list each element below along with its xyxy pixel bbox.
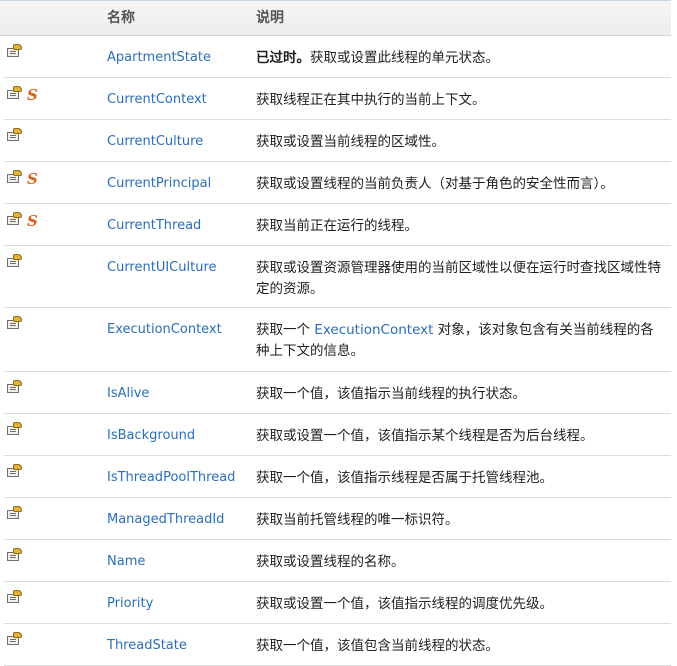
property-icon: [6, 632, 23, 646]
property-name-link[interactable]: CurrentUICulture: [107, 260, 217, 275]
property-description: 获取一个值，该值包含当前线程的状态。: [256, 636, 661, 657]
property-description: 获取一个值，该值指示线程是否属于托管线程池。: [256, 468, 661, 489]
member-icons: [6, 422, 23, 442]
member-icons: [6, 464, 23, 484]
member-icons: [6, 506, 23, 526]
description-text-before: 获取一个: [256, 322, 315, 338]
property-description: 获取线程正在其中执行的当前上下文。: [256, 90, 661, 111]
description-text: 获取或设置线程的当前负责人（对基于角色的安全性而言）。: [256, 176, 614, 192]
table-row: CurrentCulture 获取或设置当前线程的区域性。: [4, 120, 671, 162]
member-icons: [6, 380, 23, 400]
member-icons: S: [6, 212, 38, 232]
table-row: CurrentUICulture 获取或设置资源管理器使用的当前区域性以便在运行时…: [4, 246, 671, 308]
member-icons: [6, 44, 23, 64]
property-name-link[interactable]: ExecutionContext: [107, 322, 222, 337]
member-icons: S: [6, 86, 38, 106]
property-icon: [6, 422, 23, 436]
table-row: ThreadState 获取一个值，该值包含当前线程的状态。: [4, 624, 671, 666]
description-text: 获取或设置一个值，该值指示线程的调度优先级。: [256, 596, 553, 612]
table-row: S CurrentPrincipal 获取或设置线程的当前负责人（对基于角色的安全性…: [4, 162, 671, 204]
table-row: ExecutionContext 获取一个 ExecutionContext 对象…: [4, 308, 671, 372]
property-icon: [6, 464, 23, 478]
description-text: 获取线程正在其中执行的当前上下文。: [256, 92, 486, 108]
table-row: IsBackground 获取或设置一个值，该值指示某个线程是否为后台线程。: [4, 414, 671, 456]
column-header-name: 名称: [107, 10, 135, 26]
property-icon: [6, 380, 23, 394]
member-icons: [6, 316, 23, 336]
property-name-link[interactable]: ApartmentState: [107, 50, 211, 65]
property-name-link[interactable]: CurrentThread: [107, 218, 201, 233]
description-text: 获取当前托管线程的唯一标识符。: [256, 512, 459, 528]
property-name-link[interactable]: Name: [107, 554, 145, 569]
property-icon: [6, 548, 23, 562]
member-icons: [6, 548, 23, 568]
property-name-link[interactable]: CurrentContext: [107, 92, 207, 107]
property-description: 获取或设置资源管理器使用的当前区域性以便在运行时查找区域性特定的资源。: [256, 258, 661, 300]
table-body: ApartmentState 已过时。获取或设置此线程的单元状态。 S Current…: [0, 36, 677, 666]
property-description: 获取当前托管线程的唯一标识符。: [256, 510, 661, 531]
description-text: 获取或设置线程的名称。: [256, 554, 405, 570]
description-text: 获取或设置资源管理器使用的当前区域性以便在运行时查找区域性特定的资源。: [256, 260, 661, 297]
property-icon: [6, 212, 23, 226]
table-row: IsThreadPoolThread 获取一个值，该值指示线程是否属于托管线程池。: [4, 456, 671, 498]
property-description: 获取当前正在运行的线程。: [256, 216, 661, 237]
property-description: 获取或设置线程的当前负责人（对基于角色的安全性而言）。: [256, 174, 661, 195]
static-member-icon: S: [27, 170, 38, 188]
property-description: 获取或设置一个值，该值指示某个线程是否为后台线程。: [256, 426, 661, 447]
member-icons: S: [6, 170, 38, 190]
property-description: 获取一个 ExecutionContext 对象，该对象包含有关当前线程的各种上…: [256, 320, 661, 362]
property-icon: [6, 86, 23, 100]
table-row: S CurrentThread 获取当前正在运行的线程。: [4, 204, 671, 246]
column-header-description: 说明: [256, 10, 284, 26]
property-description: 已过时。获取或设置此线程的单元状态。: [256, 48, 661, 69]
table-row: ApartmentState 已过时。获取或设置此线程的单元状态。: [4, 36, 671, 78]
description-text: 获取或设置此线程的单元状态。: [310, 50, 499, 66]
obsolete-label: 已过时。: [256, 50, 310, 66]
static-member-icon: S: [27, 212, 38, 230]
member-icons: [6, 590, 23, 610]
property-name-link[interactable]: ManagedThreadId: [107, 512, 224, 527]
member-icons: [6, 254, 23, 274]
property-icon: [6, 128, 23, 142]
table-header: 名称 说明: [0, 0, 671, 36]
description-text: 获取一个值，该值指示当前线程的执行状态。: [256, 386, 526, 402]
property-icon: [6, 316, 23, 330]
property-name-link[interactable]: Priority: [107, 596, 153, 611]
property-icon: [6, 590, 23, 604]
property-description: 获取一个值，该值指示当前线程的执行状态。: [256, 384, 661, 405]
property-name-link[interactable]: ThreadState: [107, 638, 187, 653]
member-icons: [6, 128, 23, 148]
property-icon: [6, 254, 23, 268]
property-description: 获取或设置一个值，该值指示线程的调度优先级。: [256, 594, 661, 615]
property-description: 获取或设置当前线程的区域性。: [256, 132, 661, 153]
property-name-link[interactable]: IsThreadPoolThread: [107, 470, 235, 485]
description-text: 获取一个值，该值指示线程是否属于托管线程池。: [256, 470, 553, 486]
table-row: IsAlive 获取一个值，该值指示当前线程的执行状态。: [4, 372, 671, 414]
property-name-link[interactable]: CurrentPrincipal: [107, 176, 211, 191]
property-icon: [6, 506, 23, 520]
property-icon: [6, 44, 23, 58]
description-text: 获取一个值，该值包含当前线程的状态。: [256, 638, 499, 654]
property-icon: [6, 170, 23, 184]
description-text: 获取或设置一个值，该值指示某个线程是否为后台线程。: [256, 428, 594, 444]
property-name-link[interactable]: IsAlive: [107, 386, 149, 401]
member-icons: [6, 632, 23, 652]
table-row: ManagedThreadId 获取当前托管线程的唯一标识符。: [4, 498, 671, 540]
description-text: 获取当前正在运行的线程。: [256, 218, 418, 234]
type-link[interactable]: ExecutionContext: [314, 322, 433, 338]
table-row: Name 获取或设置线程的名称。: [4, 540, 671, 582]
table-row: Priority 获取或设置一个值，该值指示线程的调度优先级。: [4, 582, 671, 624]
property-name-link[interactable]: IsBackground: [107, 428, 195, 443]
table-row: S CurrentContext 获取线程正在其中执行的当前上下文。: [4, 78, 671, 120]
property-name-link[interactable]: CurrentCulture: [107, 134, 203, 149]
static-member-icon: S: [27, 86, 38, 104]
property-description: 获取或设置线程的名称。: [256, 552, 661, 573]
description-text: 获取或设置当前线程的区域性。: [256, 134, 445, 150]
members-table: 名称 说明 ApartmentState 已过时。获取或设置此线程的单元状态。 S C…: [0, 0, 677, 666]
